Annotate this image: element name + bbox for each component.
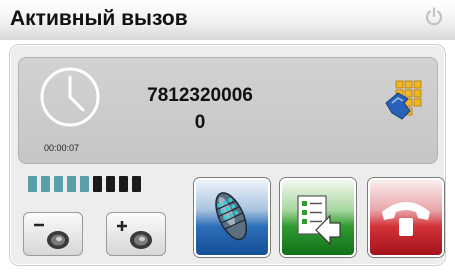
volume-level-segment <box>67 176 76 192</box>
volume-level-segment <box>132 176 141 192</box>
phone-hangup-icon <box>382 202 430 236</box>
microphone-button[interactable] <box>194 178 270 257</box>
volume-down-button[interactable] <box>23 212 83 256</box>
phone-number: 7812320006 <box>147 85 253 106</box>
menu-button[interactable] <box>280 178 356 257</box>
volume-level-segment <box>28 176 37 192</box>
call-duration: 00:00:07 <box>44 143 80 153</box>
keypad-icon[interactable] <box>384 79 424 123</box>
microphone-icon <box>215 192 248 241</box>
volume-up-button[interactable] <box>106 212 166 256</box>
call-counter: 0 <box>194 112 206 133</box>
clock-icon <box>39 66 101 128</box>
volume-level-segment <box>80 176 89 192</box>
volume-level-meter <box>28 176 141 192</box>
volume-level-segment <box>41 176 50 192</box>
menu-icon <box>297 195 341 246</box>
title-bar: Активный вызов <box>0 0 455 40</box>
volume-level-segment <box>54 176 63 192</box>
window-title: Активный вызов <box>10 7 188 30</box>
hangup-button[interactable] <box>368 178 444 257</box>
speaker-minus-icon <box>34 223 69 249</box>
volume-level-segment <box>93 176 102 192</box>
volume-level-segment <box>106 176 115 192</box>
volume-level-segment <box>119 176 128 192</box>
speaker-plus-icon <box>117 221 152 249</box>
power-icon[interactable] <box>423 6 445 28</box>
